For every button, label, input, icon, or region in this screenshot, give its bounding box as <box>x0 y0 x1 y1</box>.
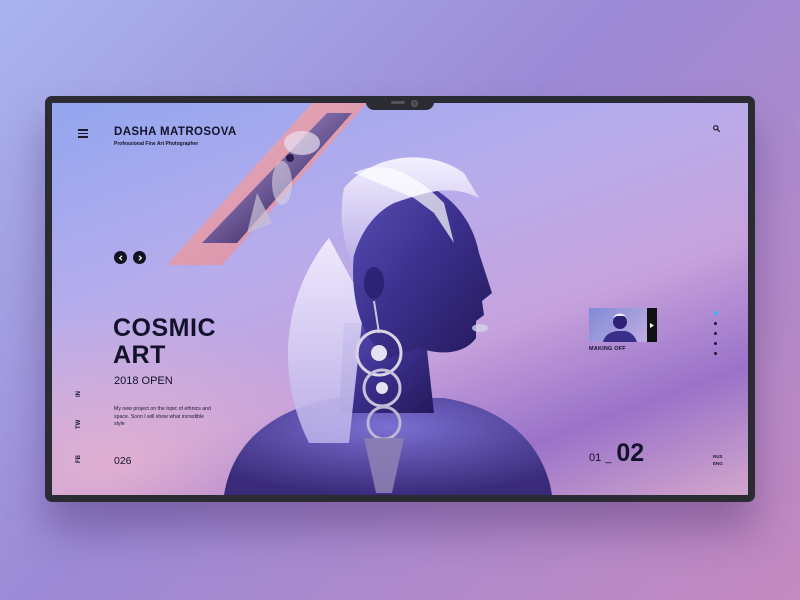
video-thumbnail[interactable] <box>589 308 657 342</box>
slide-dot-4[interactable] <box>714 342 717 345</box>
slide-dot-5[interactable] <box>714 352 717 355</box>
social-link-twitter[interactable]: TW <box>76 420 82 429</box>
hero-description: My new project on the topic of ethnics a… <box>114 406 211 427</box>
social-link-facebook[interactable]: FB <box>76 455 82 463</box>
play-button[interactable] <box>647 308 657 342</box>
camera-icon <box>411 100 418 107</box>
menu-icon[interactable] <box>78 129 88 138</box>
website-screen: DASHA MATROSOVA Professional Fine Art Ph… <box>52 103 748 495</box>
language-switcher: RUS ENG <box>713 453 723 467</box>
slide-pager: 01 _ 02 <box>589 439 644 468</box>
social-links: IN TW FB <box>76 373 90 473</box>
photo-counter: 026 <box>114 455 132 467</box>
pager-separator: _ <box>605 452 612 464</box>
chevron-right-icon <box>138 254 142 261</box>
language-option-rus[interactable]: RUS <box>713 453 723 460</box>
language-option-eng[interactable]: ENG <box>713 460 723 467</box>
speaker-grille <box>391 101 405 104</box>
hero-title: COSMIC ART <box>113 315 216 369</box>
slide-dot-3[interactable] <box>714 332 717 335</box>
hero-title-line-1: COSMIC <box>113 314 216 342</box>
search-icon[interactable] <box>713 125 720 132</box>
pager-current: 01 <box>589 452 602 464</box>
chevron-left-icon <box>118 254 122 261</box>
hero-portrait <box>224 157 552 495</box>
prev-button[interactable] <box>114 251 127 264</box>
hero-subtitle: 2018 OPEN <box>114 375 173 387</box>
play-icon <box>650 322 654 328</box>
slide-indicators <box>713 311 718 362</box>
video-label: MAKING OFF <box>589 346 626 352</box>
hero-title-line-2: ART <box>113 341 166 369</box>
social-link-instagram[interactable]: IN <box>76 391 82 397</box>
slide-dot-1[interactable] <box>713 311 718 315</box>
slider-arrows <box>114 251 146 264</box>
brand-name[interactable]: DASHA MATROSOVA <box>114 126 237 138</box>
video-thumbnail-image <box>603 313 637 342</box>
next-button[interactable] <box>133 251 146 264</box>
making-of-video[interactable]: MAKING OFF <box>589 308 657 352</box>
slide-dot-2[interactable] <box>714 322 717 325</box>
pager-total: 02 <box>616 439 645 467</box>
device-notch <box>366 96 434 110</box>
